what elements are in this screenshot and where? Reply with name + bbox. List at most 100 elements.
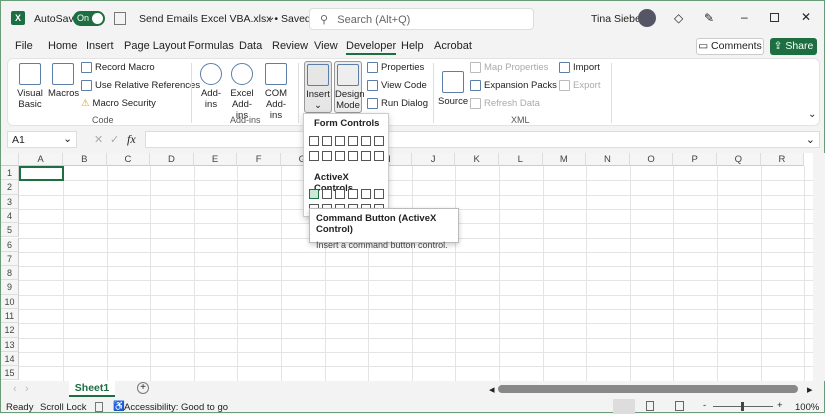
sheet-tab-sheet1[interactable]: Sheet1 [69, 381, 115, 397]
map-properties-button[interactable]: Map Properties [470, 62, 548, 73]
column-header[interactable]: L [499, 153, 543, 166]
control-icon[interactable] [374, 189, 384, 199]
control-icon[interactable] [348, 189, 358, 199]
column-header[interactable]: B [63, 153, 107, 166]
macro-recording-icon[interactable] [95, 402, 103, 412]
column-header[interactable]: J [411, 153, 456, 166]
column-header[interactable]: K [455, 153, 499, 166]
control-icon[interactable] [335, 151, 345, 161]
control-icon[interactable] [335, 189, 345, 199]
chevron-down-icon[interactable]: ⌄ [267, 12, 275, 23]
tab-formulas[interactable]: Formulas [188, 40, 234, 52]
run-dialog-button[interactable]: Run Dialog [367, 98, 428, 109]
column-header[interactable]: E [193, 153, 238, 166]
row-header[interactable]: 11 [1, 309, 19, 324]
tab-developer[interactable]: Developer [346, 40, 397, 55]
chevron-down-icon[interactable]: ⌄ [63, 133, 72, 145]
scroll-left-icon[interactable]: ◂ [489, 383, 495, 396]
export-button[interactable]: Export [559, 80, 600, 91]
row-header[interactable]: 8 [1, 266, 19, 281]
row-header[interactable]: 12 [1, 323, 19, 338]
control-icon[interactable] [361, 151, 371, 161]
import-button[interactable]: Import [559, 62, 600, 73]
design-mode-button[interactable]: Design Mode [334, 61, 365, 113]
column-header[interactable]: O [629, 153, 674, 166]
name-box[interactable]: A1 ⌄ [7, 131, 77, 148]
control-icon[interactable] [374, 136, 384, 146]
spreadsheet-grid[interactable]: ABCDEFGHIJKLMNOPQR123456789101112131415 [1, 153, 813, 381]
tab-file[interactable]: File [15, 40, 33, 52]
column-header[interactable]: C [106, 153, 151, 166]
macros-button[interactable]: Macros [48, 63, 79, 99]
next-sheet-icon[interactable]: › [25, 383, 29, 395]
column-header[interactable]: A [19, 153, 63, 166]
com-add-ins-button[interactable]: COM Add-ins [260, 63, 292, 121]
pen-icon[interactable]: ✎ [704, 11, 714, 25]
control-icon[interactable] [322, 136, 332, 146]
comments-button[interactable]: ▭ Comments [696, 38, 764, 55]
refresh-data-button[interactable]: Refresh Data [470, 98, 540, 109]
column-header[interactable]: F [237, 153, 281, 166]
control-icon[interactable] [361, 189, 371, 199]
prev-sheet-icon[interactable]: ‹ [13, 383, 17, 395]
horizontal-scrollbar[interactable] [498, 385, 798, 393]
tab-acrobat[interactable]: Acrobat [434, 40, 472, 52]
zoom-slider-thumb[interactable] [741, 402, 744, 411]
minimize-icon[interactable]: – [741, 10, 748, 24]
file-name[interactable]: Send Emails Excel VBA.xlsx • Saved [139, 13, 311, 25]
control-icon[interactable] [348, 151, 358, 161]
share-button[interactable]: ⇪ Share [770, 38, 817, 55]
page-break-view-icon[interactable] [675, 401, 684, 411]
insert-controls-button[interactable]: Insert ⌄ [304, 61, 332, 113]
vertical-scrollbar[interactable] [813, 153, 825, 381]
control-icon[interactable] [348, 136, 358, 146]
row-header[interactable]: 1 [1, 166, 19, 181]
row-header[interactable]: 7 [1, 251, 19, 267]
column-header[interactable]: N [586, 153, 630, 166]
row-header[interactable]: 13 [1, 337, 19, 352]
row-header[interactable]: 15 [1, 366, 19, 381]
collapse-ribbon-icon[interactable]: ⌄ [808, 109, 816, 120]
source-button[interactable]: Source [438, 71, 468, 107]
normal-view-icon[interactable] [613, 399, 635, 414]
tab-home[interactable]: Home [48, 40, 77, 52]
zoom-level[interactable]: 100% [795, 402, 819, 413]
zoom-out-icon[interactable]: - [703, 400, 706, 411]
row-header[interactable]: 3 [1, 194, 19, 209]
search-box[interactable]: ⚲ Search (Alt+Q) [309, 8, 534, 30]
properties-button[interactable]: Properties [367, 62, 424, 73]
column-header[interactable]: Q [717, 153, 761, 166]
visual-basic-button[interactable]: Visual Basic [12, 63, 48, 110]
control-icon[interactable] [374, 151, 384, 161]
row-header[interactable]: 2 [1, 180, 19, 195]
close-icon[interactable]: ✕ [801, 10, 811, 24]
maximize-icon[interactable] [770, 13, 779, 22]
row-header[interactable]: 9 [1, 280, 19, 295]
column-header[interactable]: P [673, 153, 717, 166]
column-header[interactable]: D [150, 153, 194, 166]
control-icon[interactable] [322, 189, 332, 199]
add-sheet-icon[interactable]: + [137, 382, 149, 394]
tab-help[interactable]: Help [401, 40, 424, 52]
zoom-slider[interactable] [713, 402, 773, 411]
control-icon[interactable] [322, 151, 332, 161]
view-code-button[interactable]: View Code [367, 80, 427, 91]
accessibility-status[interactable]: Accessibility: Good to go [124, 402, 228, 413]
scroll-right-icon[interactable]: ▸ [807, 383, 813, 396]
record-macro-button[interactable]: Record Macro [81, 62, 155, 73]
zoom-in-icon[interactable]: + [777, 400, 783, 411]
row-header[interactable]: 6 [1, 237, 19, 252]
insert-function-icon[interactable]: fx [127, 132, 136, 147]
row-header[interactable]: 10 [1, 294, 19, 309]
tab-data[interactable]: Data [239, 40, 262, 52]
page-layout-view-icon[interactable] [646, 401, 654, 411]
tab-review[interactable]: Review [272, 40, 308, 52]
add-ins-button[interactable]: Add-ins [198, 63, 224, 110]
select-all-corner[interactable] [1, 153, 19, 166]
control-icon[interactable] [335, 136, 345, 146]
expand-formula-icon[interactable]: ⌄ [806, 133, 815, 146]
expansion-packs-button[interactable]: Expansion Packs [470, 80, 557, 91]
row-header[interactable]: 4 [1, 208, 19, 224]
enter-icon[interactable]: ✓ [110, 133, 119, 146]
command-button-control-icon[interactable] [309, 189, 319, 199]
